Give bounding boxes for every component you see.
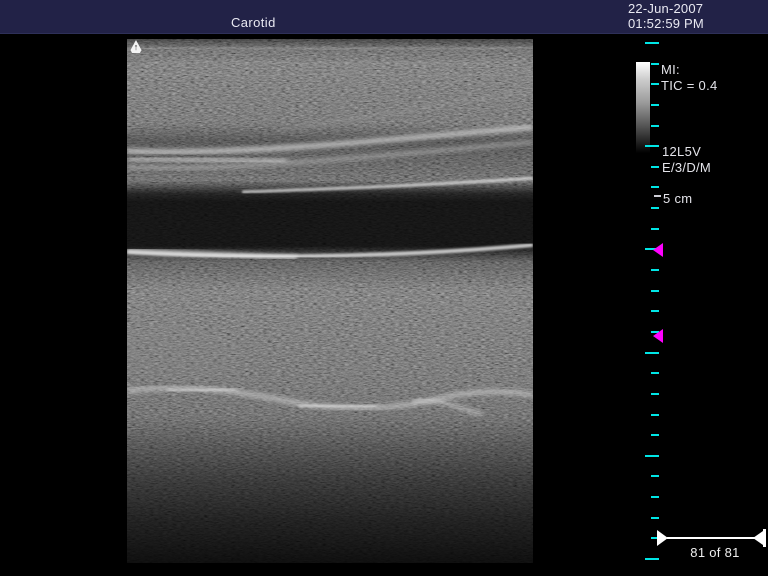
depth-readout: 5 cm [663, 191, 692, 206]
ruler-tick-minor [651, 372, 659, 374]
ruler-tick-minor [651, 83, 659, 85]
ruler-tick-minor [651, 269, 659, 271]
ruler-tick-minor [651, 207, 659, 209]
ruler-tick-minor [651, 496, 659, 498]
ruler-tick-major [645, 455, 659, 457]
cine-frame-counter: 81 of 81 [670, 545, 760, 560]
ruler-tick-minor [651, 434, 659, 436]
tic-readout: TIC = 0.4 [661, 78, 718, 93]
ruler-tick-minor [651, 166, 659, 168]
ruler-tick-minor [651, 475, 659, 477]
cine-end-stop [763, 529, 766, 547]
ruler-tick-minor [651, 310, 659, 312]
cine-scrollbar[interactable] [667, 537, 756, 539]
ruler-tick-minor [651, 414, 659, 416]
ruler-tick-minor [651, 125, 659, 127]
ruler-tick-minor [651, 517, 659, 519]
ruler-tick-minor [651, 290, 659, 292]
cine-end-icon[interactable] [753, 531, 763, 545]
datetime-display: 22-Jun-2007 01:52:59 PM [628, 1, 704, 31]
ruler-tick-major [645, 42, 659, 44]
ruler-tick-minor [651, 104, 659, 106]
mode-settings: E/3/D/M [662, 160, 711, 175]
ruler-tick-minor [651, 186, 659, 188]
exam-preset-title: Carotid [231, 15, 276, 30]
ruler-tick-minor [651, 63, 659, 65]
focal-zone-marker-icon[interactable] [653, 243, 663, 257]
grayscale-bar [636, 62, 650, 153]
transducer-id: 12L5V [662, 144, 701, 159]
ruler-tick-minor [651, 228, 659, 230]
header-bar: Carotid 22-Jun-2007 01:52:59 PM [0, 0, 768, 34]
mi-label: MI: [661, 62, 680, 77]
ultrasound-screen: { "header": { "exam_title": "Carotid", "… [0, 0, 768, 576]
ruler-tick-major [645, 558, 659, 560]
ruler-tick-major [645, 145, 659, 147]
time-text: 01:52:59 PM [628, 16, 704, 31]
date-text: 22-Jun-2007 [628, 1, 704, 16]
ultrasound-speckle-render [127, 39, 533, 563]
ultrasound-image: ↑ [127, 39, 533, 563]
gain-marker-tick [654, 195, 661, 197]
ruler-tick-minor [651, 393, 659, 395]
ruler-tick-major [645, 352, 659, 354]
focal-zone-marker-icon[interactable] [653, 329, 663, 343]
